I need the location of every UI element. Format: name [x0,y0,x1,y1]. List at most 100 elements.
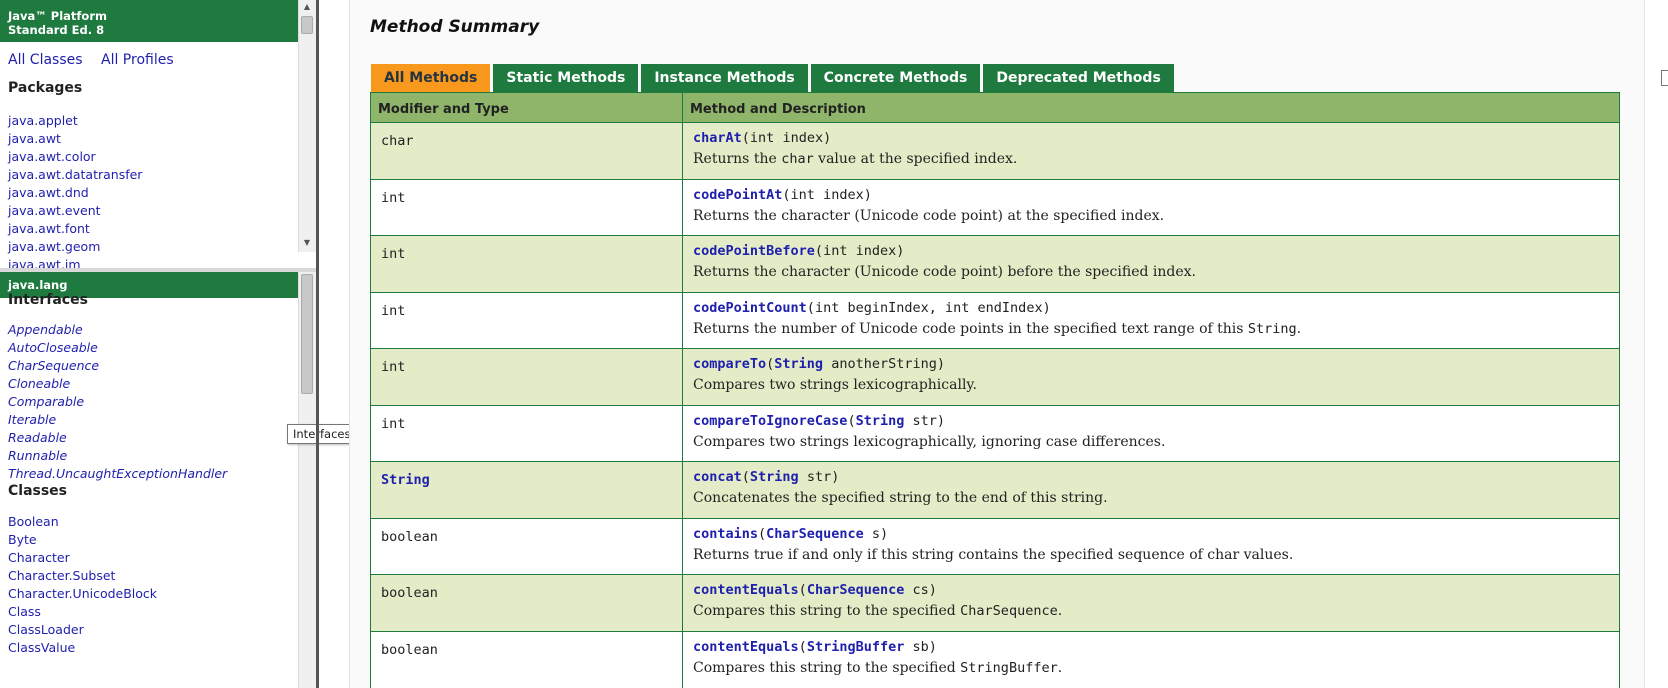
method-description-cell: contains(CharSequence s) Returns true if … [682,517,1620,575]
section-title: Method Summary [370,17,540,37]
param-name: index [823,186,864,203]
all-classes-link[interactable]: All Classes [8,52,83,68]
interface-link[interactable]: AutoCloseable [8,340,98,355]
list-item: Class [8,603,157,621]
table-row: int compareToIgnoreCase(String str) Compar… [370,404,1620,462]
interface-link[interactable]: Runnable [8,448,67,463]
description-text: Compares this string to the specified [693,603,961,619]
method-signature: contains(CharSequence s) [693,525,889,542]
method-description-cell: codePointBefore(int index) Returns the ch… [682,235,1620,292]
method-description: Returns the number of Unicode code point… [693,321,1609,337]
method-link[interactable]: contains [693,526,758,542]
method-link[interactable]: compareTo [693,356,766,372]
tab-deprecated-methods[interactable]: Deprecated Methods [983,64,1174,92]
method-link[interactable]: contentEquals [693,639,799,655]
param-type[interactable]: String [856,413,905,429]
class-link[interactable]: Class [8,604,41,619]
method-link[interactable]: codePointAt [693,187,782,203]
interface-link[interactable]: CharSequence [8,358,99,373]
return-type: boolean [381,585,438,601]
table-row: boolean contains(CharSequence s) Returns t… [370,517,1620,575]
scroll-up-icon[interactable]: ▲ [299,0,315,14]
list-item: Appendable [8,321,227,339]
interface-link[interactable]: Iterable [8,412,56,427]
package-link[interactable]: java.awt.geom [8,239,100,254]
interface-link[interactable]: Comparable [8,394,84,409]
description-text: Compares two strings lexicographically, … [693,433,1166,450]
method-link[interactable]: codePointBefore [693,243,815,259]
param-type[interactable]: String [750,469,799,485]
class-link[interactable]: Byte [8,532,37,547]
description-text: char [781,151,814,167]
class-link[interactable]: Character [8,550,70,565]
package-link[interactable]: java.awt [8,131,61,146]
param-name: anotherString [831,356,937,372]
description-text: StringBuffer [960,659,1058,676]
class-link[interactable]: Boolean [8,514,59,529]
return-type[interactable]: String [381,472,430,488]
param-type[interactable]: StringBuffer [807,639,905,655]
all-profiles-link[interactable]: All Profiles [101,52,174,68]
description-text: Returns true if and only if this string … [693,546,1294,563]
param-type[interactable]: CharSequence [807,582,905,598]
param-name: cs [912,582,929,598]
method-link[interactable]: charAt [693,130,742,146]
class-link[interactable]: Character.UnicodeBlock [8,586,157,601]
table-row: boolean contentEquals(CharSequence cs) Com… [370,574,1620,631]
param-type[interactable]: CharSequence [766,526,864,542]
method-description: Compares this string to the specified St… [693,660,1609,676]
package-link[interactable]: java.awt.color [8,149,96,164]
scroll-thumb[interactable] [301,16,313,34]
class-link[interactable]: Character.Subset [8,568,115,583]
modifier-type-cell: int [370,291,683,349]
scroll-thumb[interactable] [301,274,313,394]
interface-link[interactable]: Cloneable [8,376,70,391]
return-type: int [381,415,406,432]
list-item: Byte [8,531,157,549]
interface-link[interactable]: Readable [8,430,67,445]
description-text: Returns the character (Unicode code poin… [693,207,1165,224]
packages-scrollbar[interactable]: ▲ ▼ [298,0,316,252]
method-description: Compares this string to the specified Ch… [693,603,1609,619]
list-item: java.applet [8,112,142,130]
tab-instance-methods[interactable]: Instance Methods [641,64,808,92]
class-link[interactable]: ClassLoader [8,622,84,637]
method-signature: codePointBefore(int index) [693,243,905,259]
package-link[interactable]: java.awt.datatransfer [8,167,142,182]
class-link[interactable]: ClassValue [8,640,75,655]
classes-heading: Classes [8,483,68,499]
description-text: Compares this string to the specified [693,659,961,676]
method-description: Returns the char value at the specified … [693,151,1609,167]
modifier-type-cell: int [370,235,683,292]
package-link[interactable]: java.awt.event [8,203,101,218]
package-link[interactable]: java.awt.dnd [8,185,89,200]
modifier-type-cell: boolean [370,517,683,575]
param-name: index [855,243,897,259]
method-link[interactable]: codePointCount [693,300,807,316]
tab-static-methods[interactable]: Static Methods [493,64,639,92]
interfaces-heading: Interfaces [8,292,88,308]
page-scrollbar-edge[interactable] [1661,70,1668,86]
method-link[interactable]: compareToIgnoreCase [693,413,847,429]
platform-title: Java™ Platform [8,9,107,23]
list-item: Runnable [8,447,227,465]
interface-link[interactable]: Appendable [8,322,83,337]
method-link[interactable]: concat [693,469,742,485]
table-row: boolean contentEquals(StringBuffer sb) Com… [370,630,1620,688]
param-name: s [871,525,880,542]
method-link[interactable]: contentEquals [693,582,799,598]
description-text: . [1296,320,1302,337]
param-type[interactable]: String [774,356,823,372]
package-link[interactable]: java.applet [8,113,78,128]
method-description-cell: codePointAt(int index) Returns the charac… [682,178,1620,236]
scroll-down-icon[interactable]: ▼ [299,236,315,250]
tab-concrete-methods[interactable]: Concrete Methods [810,64,981,92]
list-item: Character [8,549,157,567]
list-item: java.awt.datatransfer [8,166,142,184]
list-item: CharSequence [8,357,227,375]
package-link[interactable]: java.awt.font [8,221,90,236]
classes-scrollbar[interactable]: ▲ [298,272,316,688]
table-row: int codePointCount(int beginIndex, int en… [370,291,1620,349]
interface-link[interactable]: Thread.UncaughtExceptionHandler [8,466,227,481]
tab-all-methods[interactable]: All Methods [371,64,491,92]
